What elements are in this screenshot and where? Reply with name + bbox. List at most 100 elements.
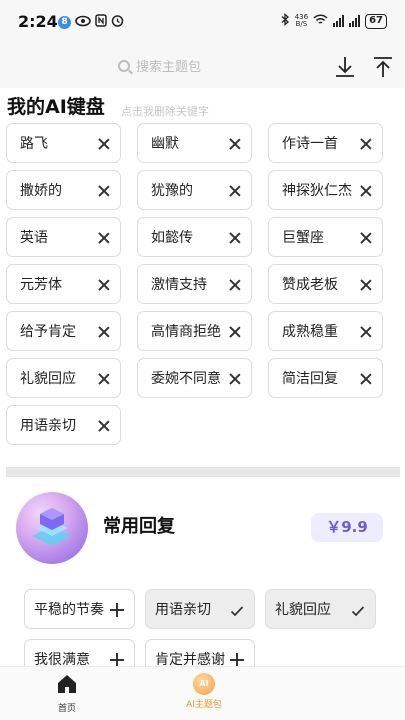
nav-ai-theme-label: AI主题包 bbox=[186, 700, 222, 710]
keyword-chip[interactable]: 犹豫的 bbox=[137, 170, 252, 210]
delete-hint: 点击我删除关键字 bbox=[121, 105, 209, 118]
close-icon[interactable] bbox=[358, 183, 374, 199]
keyword-chip-label: 幽默 bbox=[151, 136, 179, 152]
check-icon bbox=[230, 603, 244, 617]
keyword-chip-label: 赞成老板 bbox=[282, 277, 338, 293]
close-icon[interactable] bbox=[358, 324, 374, 340]
package-thumbnail[interactable] bbox=[16, 492, 88, 564]
close-icon[interactable] bbox=[358, 230, 374, 246]
keyword-chip[interactable]: 幽默 bbox=[137, 123, 252, 163]
keyword-chip-label: 礼貌回应 bbox=[20, 371, 76, 387]
reply-option[interactable]: 平稳的节奏 bbox=[24, 589, 135, 629]
keyword-chip[interactable]: 赞成老板 bbox=[268, 264, 383, 304]
keyword-chip[interactable]: 礼貌回应 bbox=[6, 358, 121, 398]
keyword-chip-label: 犹豫的 bbox=[151, 183, 193, 199]
download-button[interactable] bbox=[332, 54, 358, 80]
close-icon[interactable] bbox=[358, 277, 374, 293]
reply-option-label: 礼貌回应 bbox=[275, 602, 331, 618]
section-divider bbox=[6, 467, 400, 477]
keyword-chip[interactable]: 用语亲切 bbox=[6, 405, 121, 445]
reply-option[interactable]: 用语亲切 bbox=[145, 589, 255, 629]
wifi-icon bbox=[313, 13, 328, 29]
close-icon[interactable] bbox=[358, 136, 374, 152]
plus-icon bbox=[230, 653, 244, 667]
status-time: 2:24 bbox=[18, 12, 58, 31]
package-title: 常用回复 bbox=[103, 516, 175, 537]
keyword-chip[interactable]: 委婉不同意 bbox=[137, 358, 252, 398]
keyword-chip[interactable]: 给予肯定 bbox=[6, 311, 121, 351]
keyword-chip-label: 委婉不同意 bbox=[151, 371, 221, 387]
upload-icon bbox=[374, 57, 392, 77]
signal-2-icon bbox=[349, 15, 361, 27]
keyword-chip-label: 简洁回复 bbox=[282, 371, 338, 387]
keyword-chip-label: 如懿传 bbox=[151, 230, 193, 246]
ai-theme-icon: AI bbox=[193, 673, 215, 695]
nav-ai-theme[interactable]: AI AI主题包 bbox=[164, 673, 244, 710]
close-icon[interactable] bbox=[96, 183, 112, 199]
status-left-icons: 8 bbox=[58, 14, 124, 30]
keyword-chip-label: 用语亲切 bbox=[20, 418, 76, 434]
plus-icon bbox=[110, 653, 124, 667]
keyword-chip[interactable]: 激情支持 bbox=[137, 264, 252, 304]
layers-icon bbox=[32, 508, 72, 546]
bottom-nav: 首页 AI AI主题包 bbox=[0, 666, 405, 720]
eye-icon bbox=[75, 15, 91, 30]
bluetooth-icon bbox=[281, 13, 290, 29]
signal-1-icon bbox=[333, 15, 345, 27]
price-button[interactable]: ￥9.9 bbox=[311, 513, 383, 542]
back-to-top-button[interactable] bbox=[370, 54, 396, 80]
keyword-chip[interactable]: 巨蟹座 bbox=[268, 217, 383, 257]
nfc-icon bbox=[95, 14, 107, 30]
keyword-chip[interactable]: 元芳体 bbox=[6, 264, 121, 304]
battery-icon: 67 bbox=[365, 13, 387, 29]
keyword-chip-label: 路飞 bbox=[20, 136, 48, 152]
close-icon[interactable] bbox=[358, 371, 374, 387]
close-icon[interactable] bbox=[96, 136, 112, 152]
keyword-chip[interactable]: 神探狄仁杰 bbox=[268, 170, 383, 210]
keyword-chip-label: 巨蟹座 bbox=[282, 230, 324, 246]
reply-option[interactable]: 礼貌回应 bbox=[265, 589, 376, 629]
keyword-chip[interactable]: 成熟稳重 bbox=[268, 311, 383, 351]
close-icon[interactable] bbox=[96, 230, 112, 246]
check-icon bbox=[351, 603, 365, 617]
close-icon[interactable] bbox=[227, 230, 243, 246]
keyword-chip[interactable]: 作诗一首 bbox=[268, 123, 383, 163]
keyword-chip-label: 高情商拒绝 bbox=[151, 324, 221, 340]
keyword-chip[interactable]: 高情商拒绝 bbox=[137, 311, 252, 351]
keyword-chip[interactable]: 撒娇的 bbox=[6, 170, 121, 210]
search-bar: 搜索主题包 bbox=[0, 44, 405, 88]
plus-icon bbox=[110, 603, 124, 617]
search-placeholder: 搜索主题包 bbox=[136, 60, 202, 75]
keyword-chip-label: 给予肯定 bbox=[20, 324, 76, 340]
nav-home[interactable]: 首页 bbox=[27, 673, 107, 714]
search-icon bbox=[118, 59, 130, 72]
notification-badge-icon: 8 bbox=[58, 15, 71, 29]
home-icon bbox=[58, 675, 76, 693]
close-icon[interactable] bbox=[227, 324, 243, 340]
page-title: 我的AI键盘 bbox=[7, 96, 105, 118]
keyword-chip-label: 作诗一首 bbox=[282, 136, 338, 152]
alarm-icon bbox=[111, 14, 124, 30]
close-icon[interactable] bbox=[227, 277, 243, 293]
close-icon[interactable] bbox=[96, 277, 112, 293]
network-speed: 436 B/S bbox=[295, 14, 308, 28]
network-speed-unit: B/S bbox=[295, 20, 308, 28]
search-input[interactable]: 搜索主题包 bbox=[118, 56, 201, 75]
close-icon[interactable] bbox=[227, 183, 243, 199]
keyword-chip[interactable]: 简洁回复 bbox=[268, 358, 383, 398]
close-icon[interactable] bbox=[227, 136, 243, 152]
reply-option-label: 平稳的节奏 bbox=[34, 602, 104, 618]
close-icon[interactable] bbox=[96, 371, 112, 387]
keyword-chip[interactable]: 英语 bbox=[6, 217, 121, 257]
close-icon[interactable] bbox=[96, 418, 112, 434]
close-icon[interactable] bbox=[227, 371, 243, 387]
keyword-chip[interactable]: 路飞 bbox=[6, 123, 121, 163]
keyword-chip-label: 激情支持 bbox=[151, 277, 207, 293]
status-bar: 2:24 8 436 B/S 67 bbox=[0, 0, 405, 44]
keyword-chip-label: 英语 bbox=[20, 230, 48, 246]
close-icon[interactable] bbox=[96, 324, 112, 340]
reply-option-label: 用语亲切 bbox=[155, 602, 211, 618]
keyword-chip[interactable]: 如懿传 bbox=[137, 217, 252, 257]
status-right-icons: 436 B/S 67 bbox=[281, 13, 387, 29]
nav-home-label: 首页 bbox=[57, 704, 76, 714]
